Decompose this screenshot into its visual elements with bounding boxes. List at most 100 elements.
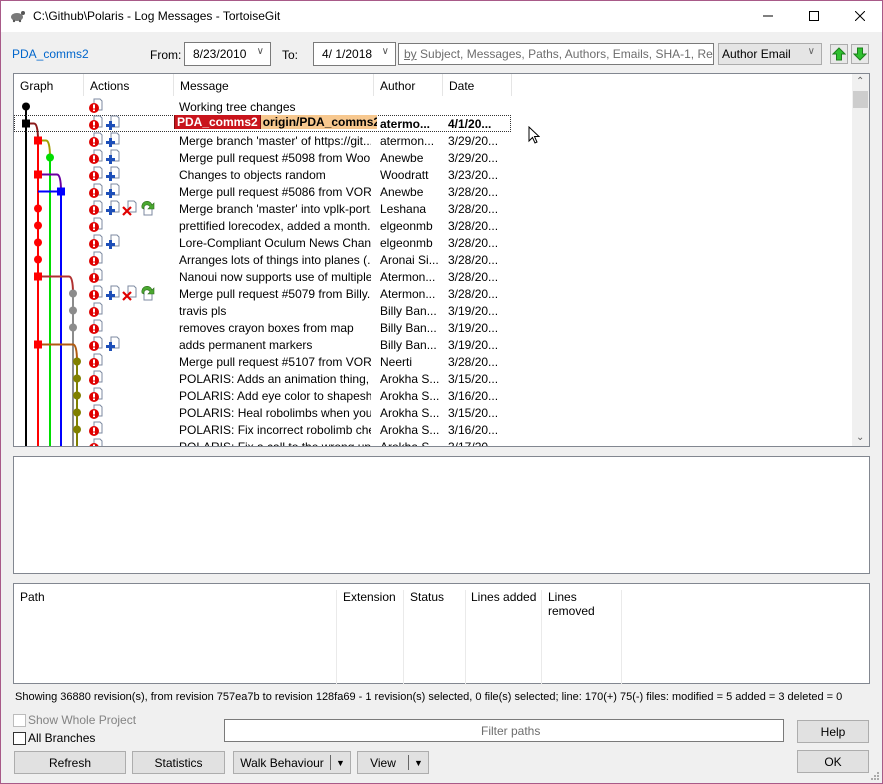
commit-author: elgeonmb xyxy=(380,219,433,233)
log-list[interactable]: Graph Actions Message Author Date Workin… xyxy=(13,73,870,447)
commit-message-pane[interactable] xyxy=(13,456,870,574)
dropdown-arrow-icon[interactable]: ▼ xyxy=(336,758,350,768)
renamed-action-icon xyxy=(139,285,155,301)
added-action-icon xyxy=(105,200,121,216)
dropdown-arrow-icon[interactable]: ▼ xyxy=(414,758,428,768)
log-row[interactable]: Arranges lots of things into planes (...… xyxy=(14,251,510,268)
log-row[interactable]: Merge pull request #5086 from VOR... Anew… xyxy=(14,183,510,200)
action-icons xyxy=(88,421,104,438)
commit-date: 3/28/20... xyxy=(448,355,499,369)
help-button[interactable]: Help xyxy=(797,720,869,743)
log-row[interactable]: PDA_comms2 origin/PDA_comms2 atermo... 4/1/… xyxy=(14,115,511,132)
action-icons xyxy=(88,217,104,234)
close-icon xyxy=(855,11,865,21)
log-list-scrollbar[interactable]: ⌃ ⌄ xyxy=(852,74,869,446)
show-whole-project-checkbox[interactable] xyxy=(13,714,26,727)
commit-date: 3/16/20... xyxy=(448,389,499,403)
log-row[interactable]: Nanoui now supports use of multiple... At… xyxy=(14,268,510,285)
commit-message: POLARIS: Heal robolimbs when you ... xyxy=(179,406,371,420)
log-row[interactable]: prettified lorecodex, added a month... el… xyxy=(14,217,510,234)
scrollbar-thumb[interactable] xyxy=(853,91,868,108)
search-placeholder: Subject, Messages, Paths, Authors, Email… xyxy=(420,47,713,61)
commit-message: adds permanent markers xyxy=(179,338,313,352)
action-icons xyxy=(88,319,104,336)
action-icons xyxy=(88,404,104,421)
log-row[interactable]: POLARIS: Heal robolimbs when you ... Arok… xyxy=(14,404,510,421)
show-whole-project-label: Show Whole Project xyxy=(28,713,137,727)
commit-message: POLARIS: Adds an animation thing, ... xyxy=(179,372,371,386)
close-button[interactable] xyxy=(837,1,883,31)
column-header-path[interactable]: Path xyxy=(14,590,337,685)
maximize-button[interactable] xyxy=(791,1,837,31)
action-icons xyxy=(88,387,104,404)
filter-paths-input[interactable]: Filter paths xyxy=(224,719,784,742)
scroll-up-icon[interactable]: ⌃ xyxy=(856,76,864,87)
refresh-button[interactable]: Refresh xyxy=(14,751,126,774)
search-input[interactable]: by Subject, Messages, Paths, Authors, Em… xyxy=(398,43,714,65)
log-row[interactable]: Changes to objects random Woodratt 3/23/20… xyxy=(14,166,510,183)
log-row[interactable]: Merge pull request #5098 from Woo... Anew… xyxy=(14,149,510,166)
log-row[interactable]: adds permanent markers Billy Ban... 3/19/2… xyxy=(14,336,510,353)
commit-date: 3/15/20... xyxy=(448,372,499,386)
commit-date: 3/28/20... xyxy=(448,185,499,199)
current-branch-link[interactable]: PDA_comms2 xyxy=(12,47,89,61)
log-row[interactable]: POLARIS: Fix a call to the wrong up... Ar… xyxy=(14,438,510,446)
column-header-author[interactable]: Author xyxy=(374,74,443,96)
to-date-picker[interactable]: 4/ 1/2018 ∨ xyxy=(313,42,396,66)
column-header-date[interactable]: Date xyxy=(443,74,512,96)
filter-field-select[interactable]: Author Email ∨ xyxy=(718,43,822,65)
statistics-button[interactable]: Statistics xyxy=(132,751,225,774)
resize-grip-icon[interactable] xyxy=(869,770,879,780)
all-branches-checkbox[interactable] xyxy=(13,732,26,745)
changed-files-list[interactable]: Path Extension Status Lines added Lines … xyxy=(13,583,870,685)
log-row[interactable]: Lore-Compliant Oculum News Chann... elgeo… xyxy=(14,234,510,251)
column-header-lines-removed[interactable]: Lines removed xyxy=(542,590,622,685)
deleted-action-icon xyxy=(122,285,138,301)
commit-author: Atermon... xyxy=(380,287,436,301)
modified-action-icon xyxy=(88,149,104,165)
scroll-down-icon[interactable]: ⌄ xyxy=(856,432,864,443)
ok-button[interactable]: OK xyxy=(797,750,869,773)
commit-author: Arokha S... xyxy=(380,372,440,386)
modified-action-icon xyxy=(88,438,104,446)
commit-date: 3/28/20... xyxy=(448,236,499,250)
column-header-extension[interactable]: Extension xyxy=(337,590,404,685)
log-row[interactable]: travis pls Billy Ban... 3/19/20... xyxy=(14,302,510,319)
column-header-actions[interactable]: Actions xyxy=(84,74,174,96)
window-title: C:\Github\Polaris - Log Messages - Torto… xyxy=(33,9,281,23)
commit-message: travis pls xyxy=(179,304,227,318)
commit-message: POLARIS: Fix incorrect robolimb che... xyxy=(179,423,371,437)
column-header-lines-added[interactable]: Lines added xyxy=(466,590,542,685)
commit-message: Merge branch 'master' into vplk-port... xyxy=(179,202,371,216)
modified-action-icon xyxy=(88,115,104,131)
from-date-picker[interactable]: 8/23/2010 ∨ xyxy=(184,42,271,66)
log-row[interactable]: POLARIS: Add eye color to shapeshi... Aro… xyxy=(14,387,510,404)
next-button[interactable] xyxy=(851,44,869,64)
view-button[interactable]: View ▼ xyxy=(357,751,429,774)
action-icons xyxy=(88,166,121,183)
log-row[interactable]: Working tree changes xyxy=(14,98,510,115)
log-row[interactable]: POLARIS: Fix incorrect robolimb che... Ar… xyxy=(14,421,510,438)
from-date-value: 8/23/2010 xyxy=(193,47,247,61)
log-row[interactable]: removes crayon boxes from map Billy Ban..… xyxy=(14,319,510,336)
commit-message: Changes to objects random xyxy=(179,168,326,182)
column-header-message[interactable]: Message xyxy=(174,74,374,96)
walk-behaviour-button[interactable]: Walk Behaviour ▼ xyxy=(233,751,351,774)
added-action-icon xyxy=(105,115,121,131)
commit-message: Merge branch 'master' of https://git... xyxy=(179,134,371,148)
previous-button[interactable] xyxy=(830,44,848,64)
action-icons xyxy=(88,200,155,217)
log-row[interactable]: POLARIS: Adds an animation thing, ... Aro… xyxy=(14,370,510,387)
modified-action-icon xyxy=(88,387,104,403)
column-header-graph[interactable]: Graph xyxy=(14,74,84,96)
action-icons xyxy=(88,183,121,200)
log-row[interactable]: Merge pull request #5107 from VOR... Neer… xyxy=(14,353,510,370)
commit-message: Arranges lots of things into planes (... xyxy=(179,253,371,267)
minimize-button[interactable] xyxy=(745,1,791,31)
column-header-status[interactable]: Status xyxy=(404,590,466,685)
search-filter-mode[interactable]: by xyxy=(404,47,417,61)
log-row[interactable]: Merge branch 'master' of https://git... a… xyxy=(14,132,510,149)
commit-message: Nanoui now supports use of multiple... xyxy=(179,270,371,284)
log-row[interactable]: Merge pull request #5079 from Billy... At… xyxy=(14,285,510,302)
log-row[interactable]: Merge branch 'master' into vplk-port... L… xyxy=(14,200,510,217)
